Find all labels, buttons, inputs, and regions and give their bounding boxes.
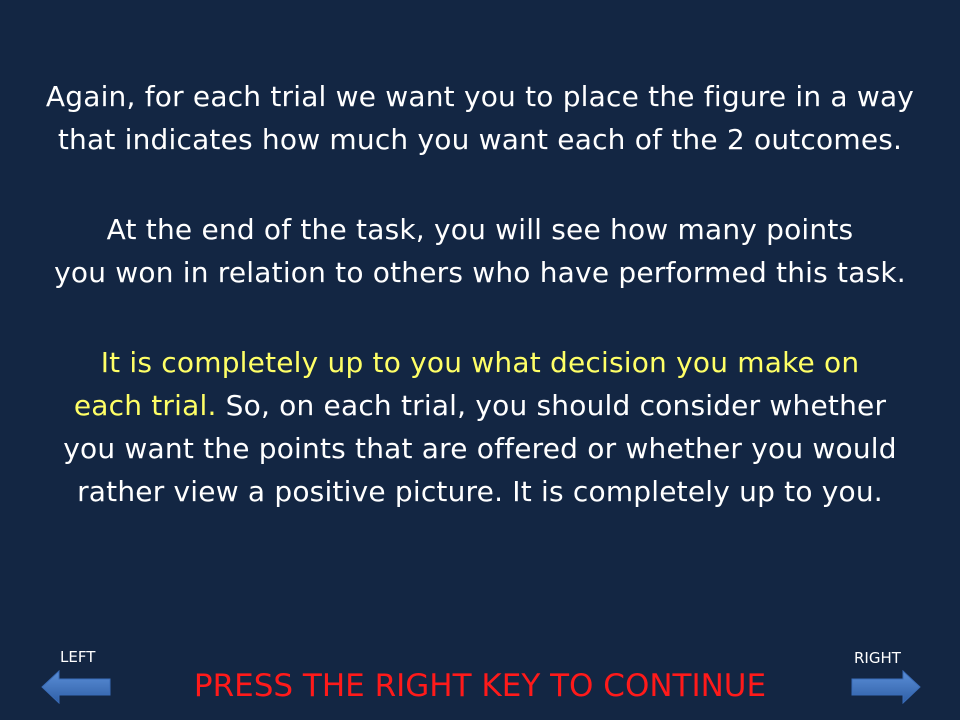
instruction-line: that indicates how much you want each of… <box>57 123 903 156</box>
highlighted-instruction-line: It is completely up to you what decision… <box>100 346 860 379</box>
instruction-line: rather view a positive picture. It is co… <box>77 475 883 508</box>
instruction-paragraph-3: It is completely up to you what decision… <box>10 341 950 513</box>
mixed-instruction-line: each trial. So, on each trial, you shoul… <box>10 384 950 427</box>
instruction-paragraph-1: Again, for each trial we want you to pla… <box>10 75 950 161</box>
instruction-paragraph-2: At the end of the task, you will see how… <box>10 208 950 294</box>
instruction-line: you won in relation to others who have p… <box>54 256 906 289</box>
continue-prompt: PRESS THE RIGHT KEY TO CONTINUE <box>193 668 767 704</box>
instruction-line: Again, for each trial we want you to pla… <box>45 80 915 113</box>
highlighted-instruction-text: each trial. <box>73 389 217 422</box>
instruction-text: So, on each trial, you should consider w… <box>216 389 887 422</box>
instruction-line: you want the points that are offered or … <box>63 432 897 465</box>
instruction-slide: Again, for each trial we want you to pla… <box>0 0 960 720</box>
instruction-line: At the end of the task, you will see how… <box>106 213 854 246</box>
